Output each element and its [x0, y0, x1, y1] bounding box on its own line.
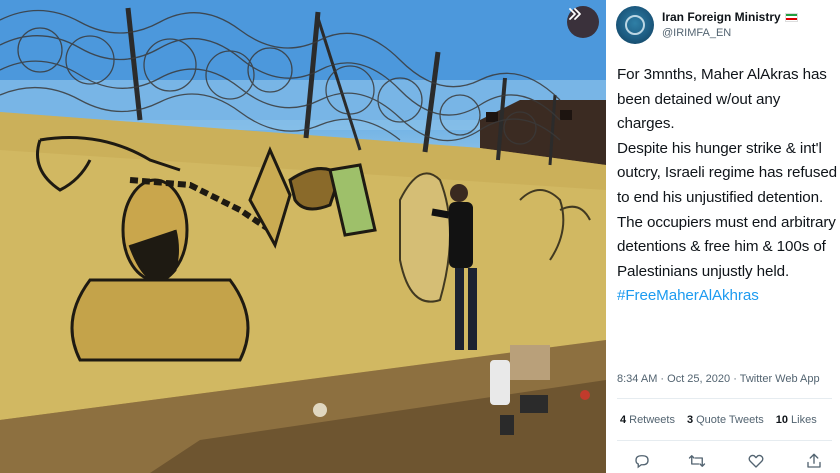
- hashtag-link[interactable]: #FreeMaherAlAkhras: [617, 287, 759, 304]
- share-button[interactable]: [805, 452, 823, 470]
- tweet-meta: 8:34 AM · Oct 25, 2020 · Twitter Web App: [617, 373, 820, 385]
- next-image-button[interactable]: [567, 6, 599, 38]
- quotes-count: 3: [686, 414, 694, 426]
- retweet-icon: [688, 455, 706, 467]
- quote-tweets-stat[interactable]: 3 Quote Tweets: [687, 414, 764, 426]
- tweet-header: Iran Foreign Ministry @IRIMFA_EN: [616, 6, 836, 46]
- likes-count: 10: [775, 414, 789, 426]
- divider: [617, 440, 832, 441]
- like-button[interactable]: [747, 452, 765, 470]
- double-chevron-right-icon: [569, 8, 581, 20]
- tweet-stats: 4 Retweets 3 Quote Tweets 10 Likes: [620, 414, 829, 426]
- divider: [617, 398, 832, 399]
- share-icon: [807, 453, 821, 468]
- retweet-button[interactable]: [688, 452, 706, 470]
- tweet-photo[interactable]: [0, 0, 606, 473]
- user-handle[interactable]: @IRIMFA_EN: [662, 27, 731, 39]
- retweets-stat[interactable]: 4 Retweets: [620, 414, 675, 426]
- timestamp[interactable]: 8:34 AM · Oct 25, 2020: [617, 373, 730, 385]
- like-icon: [748, 454, 764, 468]
- tweet-panel: Iran Foreign Ministry @IRIMFA_EN For 3mn…: [606, 0, 840, 473]
- avatar[interactable]: [616, 6, 654, 44]
- tweet-actions: [633, 452, 823, 470]
- tweet-text-line: Despite his hunger strike & int'l outcry…: [617, 139, 838, 206]
- tweet-text-line: The occupiers must end arbitrary detenti…: [617, 213, 836, 280]
- likes-stat[interactable]: 10 Likes: [776, 414, 817, 426]
- mural-photo: [0, 0, 606, 473]
- tweet-text-line: For 3mnths, Maher AlAkras has been detai…: [617, 66, 827, 133]
- tweet-text: For 3mnths, Maher AlAkras has been detai…: [617, 63, 839, 309]
- display-name[interactable]: Iran Foreign Ministry: [662, 10, 781, 24]
- reply-button[interactable]: [633, 452, 651, 470]
- emblem-icon: [625, 15, 645, 35]
- retweets-label: Retweets: [629, 414, 675, 426]
- likes-label: Likes: [791, 414, 817, 426]
- source-app[interactable]: Twitter Web App: [740, 373, 820, 385]
- reply-icon: [635, 455, 649, 469]
- iran-flag-icon: [784, 12, 798, 22]
- name-row: Iran Foreign Ministry: [662, 10, 798, 24]
- quotes-label: Quote Tweets: [696, 414, 764, 426]
- retweets-count: 4: [620, 414, 627, 426]
